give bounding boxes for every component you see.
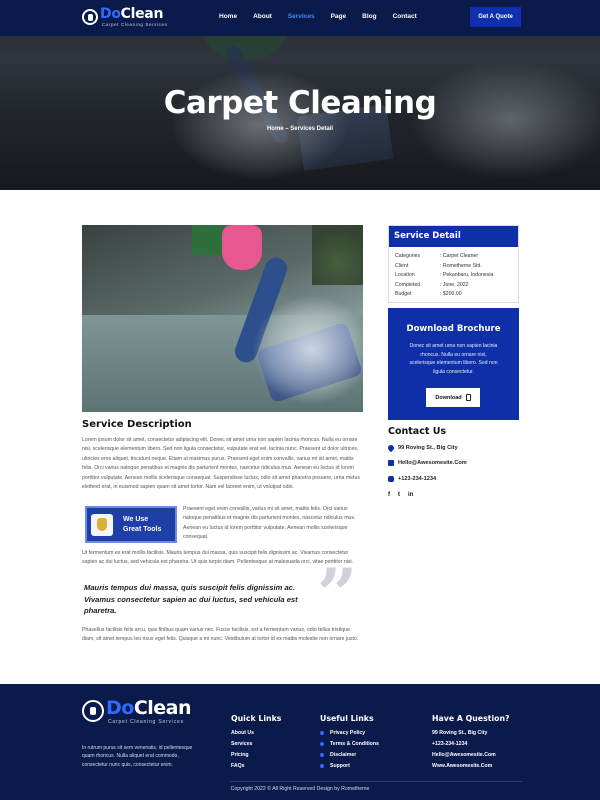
useful-links-heading: Useful Links bbox=[320, 714, 374, 723]
contact-heading: Contact Us bbox=[388, 426, 447, 437]
download-button[interactable]: Download bbox=[426, 388, 480, 407]
brochure-text: Donec sit amet urna non sapien lacinia r… bbox=[409, 343, 498, 375]
vacuum-icon bbox=[82, 700, 104, 722]
footer-link[interactable]: Terms & Conditions bbox=[320, 739, 379, 750]
copyright-text: Copyright 2022 © All Right Reserved Desi… bbox=[230, 786, 370, 792]
detail-row: Budget : $200.00 bbox=[389, 290, 518, 300]
description-paragraph: Lorem ipsum dolor sit amet, consectetur … bbox=[82, 437, 360, 491]
footer-question: Have A Question? 99 Roving St., Big City… bbox=[432, 714, 510, 771]
brand-name: DoClean bbox=[100, 6, 164, 22]
facebook-icon[interactable]: f bbox=[388, 492, 390, 498]
brand-tagline: Carpet Cleaning Services bbox=[108, 719, 184, 725]
file-icon bbox=[465, 394, 471, 401]
get-quote-button[interactable]: Get A Quote bbox=[470, 7, 521, 27]
detail-row: Location : Pekanbaru, Indonesia bbox=[389, 271, 518, 281]
footer-about-text: In rutrum purus sit sem venenatis, id pe… bbox=[82, 745, 193, 768]
detail-value: : Pekanbaru, Indonesia bbox=[440, 272, 494, 279]
phone-text[interactable]: +123-234-1234 bbox=[398, 476, 436, 482]
quote-icon: ” bbox=[317, 553, 358, 636]
service-detail-card: Service Detail Categories : Carpet Cleane… bbox=[388, 225, 519, 303]
detail-row: Client : Rometheme Std. bbox=[389, 262, 518, 272]
nav-item-about[interactable]: About bbox=[253, 13, 272, 20]
plant-decor bbox=[312, 225, 363, 285]
detail-row: Categories : Carpet Cleaner bbox=[389, 252, 518, 262]
page-title: Carpet Cleaning bbox=[163, 85, 437, 121]
twitter-icon[interactable]: t bbox=[398, 492, 400, 498]
phone-icon bbox=[388, 476, 394, 482]
bullet-icon bbox=[320, 752, 324, 757]
mail-icon bbox=[388, 460, 394, 466]
social-links: f t in bbox=[388, 492, 421, 498]
service-image bbox=[82, 225, 363, 412]
nav-item-blog[interactable]: Blog bbox=[362, 13, 376, 20]
detail-value: : $200.00 bbox=[440, 291, 462, 298]
footer-link[interactable]: Privacy Policy bbox=[320, 728, 379, 739]
footer-link[interactable]: Disclaimer bbox=[320, 750, 379, 761]
footer-divider bbox=[230, 781, 523, 782]
great-tools-banner: We Use Great Tools bbox=[85, 506, 177, 543]
bullet-icon bbox=[320, 742, 324, 747]
contact-phone[interactable]: +123-234-1234 bbox=[388, 476, 436, 482]
bullet-icon bbox=[320, 763, 324, 768]
footer-logo[interactable]: DoClean Carpet Cleaning Services bbox=[82, 697, 192, 727]
question-heading: Have A Question? bbox=[432, 714, 510, 723]
brand-name: DoClean bbox=[106, 697, 192, 719]
blockquote: Mauris tempus dui massa, quis suscipit f… bbox=[84, 583, 298, 615]
detail-row: Completed : June, 2022 bbox=[389, 281, 518, 291]
brand-logo[interactable]: DoClean Carpet Cleaning Services bbox=[82, 6, 172, 30]
site-header: DoClean Carpet Cleaning Services Home Ab… bbox=[0, 0, 600, 36]
footer-link[interactable]: Services bbox=[231, 739, 281, 750]
service-detail-title: Service Detail bbox=[389, 226, 518, 247]
tools-line-2: Great Tools bbox=[123, 526, 162, 533]
steam-decor bbox=[252, 295, 363, 405]
footer-link[interactable]: Support bbox=[320, 760, 379, 771]
detail-key: Client bbox=[395, 262, 409, 269]
email-text[interactable]: Hello@Awesomesite.Com bbox=[398, 460, 467, 466]
spray-bottle-icon bbox=[91, 514, 113, 536]
footer-address: 99 Roving St., Big City bbox=[432, 730, 488, 737]
footer-link[interactable]: About Us bbox=[231, 728, 281, 739]
footer-link[interactable]: Pricing bbox=[231, 750, 281, 761]
detail-value: : June, 2022 bbox=[440, 281, 469, 288]
service-description-heading: Service Description bbox=[82, 419, 192, 430]
linkedin-icon[interactable]: in bbox=[408, 492, 413, 498]
glove-decor bbox=[222, 225, 262, 270]
nav-item-page[interactable]: Page bbox=[331, 13, 347, 20]
contact-email[interactable]: Hello@Awesomesite.Com bbox=[388, 460, 467, 466]
detail-key: Budget bbox=[395, 291, 412, 298]
download-label: Download bbox=[435, 394, 462, 401]
nav-item-home[interactable]: Home bbox=[219, 13, 237, 20]
nav-item-services[interactable]: Services bbox=[288, 13, 315, 20]
address-text: 99 Roving St., Big City bbox=[398, 445, 458, 451]
vacuum-icon bbox=[82, 9, 98, 25]
footer-email[interactable]: Hello@Awesomesite.Com bbox=[432, 750, 510, 761]
detail-key: Categories bbox=[395, 253, 421, 259]
detail-value: : Rometheme Std. bbox=[440, 262, 482, 269]
main-nav: Home About Services Page Blog Contact bbox=[219, 13, 433, 20]
brand-tagline: Carpet Cleaning Services bbox=[102, 22, 168, 27]
description-paragraph: Phasellus facilisis felis arcu, quis fin… bbox=[82, 627, 359, 643]
breadcrumb[interactable]: Home – Services Detail bbox=[0, 126, 600, 132]
tools-paragraph: Praesent eget enim convallis, varius mi … bbox=[183, 506, 356, 541]
footer-website[interactable]: Www.Awesomesite.Com bbox=[432, 760, 510, 771]
detail-key: Completed bbox=[395, 281, 421, 288]
footer-quick-links: Quick Links About Us Services Pricing FA… bbox=[231, 714, 281, 771]
tools-line-1: We Use bbox=[123, 516, 149, 523]
map-pin-icon bbox=[386, 443, 396, 453]
nav-item-contact[interactable]: Contact bbox=[393, 13, 417, 20]
footer-phone[interactable]: +123-234-1234 bbox=[432, 739, 510, 750]
detail-key: Location bbox=[395, 272, 415, 279]
site-footer: DoClean Carpet Cleaning Services In rutr… bbox=[0, 684, 600, 800]
footer-useful-links: Useful Links Privacy Policy Terms & Cond… bbox=[320, 714, 379, 771]
quick-links-heading: Quick Links bbox=[231, 714, 282, 723]
contact-address: 99 Roving St., Big City bbox=[386, 443, 458, 453]
bullet-icon bbox=[320, 731, 324, 736]
detail-value: : Carpet Cleaner bbox=[440, 253, 479, 259]
footer-link[interactable]: FAQs bbox=[231, 760, 281, 771]
brochure-title: Download Brochure bbox=[406, 324, 501, 334]
